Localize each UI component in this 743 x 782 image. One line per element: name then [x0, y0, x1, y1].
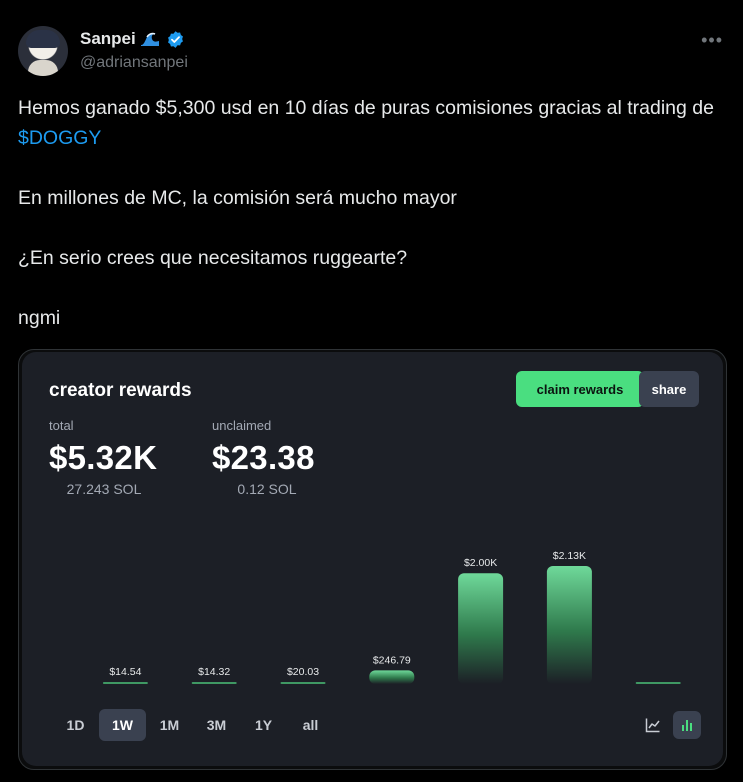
total-value: $5.32K [49, 439, 158, 476]
bar-2 [280, 682, 326, 684]
bar-label-3: $246.79 [373, 654, 411, 666]
name-row: Sanpei [80, 29, 185, 49]
bar-5 [546, 566, 592, 684]
unclaimed-label: unclaimed [212, 418, 272, 433]
bar-6 [635, 682, 681, 684]
media-card[interactable]: creator rewards claim rewards share tota… [18, 349, 727, 770]
bar-4 [458, 573, 504, 684]
range-tab-1d[interactable]: 1D [52, 709, 99, 741]
unclaimed-stat: unclaimed $23.38 0.12 SOL [212, 418, 322, 497]
bar-0 [102, 682, 148, 684]
tweet-line-3: ¿En serio crees que necesitamos ruggeart… [18, 247, 408, 269]
unclaimed-sol: 0.12 SOL [237, 481, 297, 497]
bar-chart-icon[interactable] [673, 711, 701, 739]
chart-view-toggle [639, 711, 701, 739]
range-tab-3m[interactable]: 3M [193, 709, 240, 741]
tweet-line-2: En millones de MC, la comisión será much… [18, 187, 457, 209]
display-name[interactable]: Sanpei [80, 29, 136, 49]
bar-label-4: $2.00K [464, 557, 497, 569]
tweet-text: Hemos ganado $5,300 usd en 10 días de pu… [18, 93, 718, 333]
range-tab-1y[interactable]: 1Y [240, 709, 287, 741]
share-button[interactable]: share [639, 371, 699, 407]
line-chart-icon[interactable] [639, 711, 667, 739]
claim-rewards-button[interactable]: claim rewards [516, 371, 644, 407]
bar-1 [191, 682, 237, 684]
total-sol: 27.243 SOL [66, 481, 142, 497]
user-handle[interactable]: @adriansanpei [80, 54, 188, 72]
tweet-line-1: Hemos ganado $5,300 usd en 10 días de pu… [18, 97, 714, 149]
total-stat: total $5.32K 27.243 SOL [49, 418, 159, 497]
bar-label-1: $14.32 [198, 666, 230, 678]
unclaimed-value: $23.38 [212, 439, 315, 476]
bar-label-0: $14.54 [109, 666, 141, 678]
creator-rewards-panel: creator rewards claim rewards share tota… [22, 352, 723, 766]
bar-3 [369, 670, 415, 684]
verified-badge-icon [167, 30, 183, 48]
range-tab-1w[interactable]: 1W [99, 709, 146, 741]
bar-label-2: $20.03 [287, 666, 319, 678]
tweet-header: Sanpei @adriansanpei ••• [18, 26, 725, 78]
cashtag-link[interactable]: $DOGGY [18, 127, 101, 149]
avatar[interactable] [18, 26, 68, 76]
panel-title: creator rewards [49, 380, 192, 401]
total-label: total [49, 418, 74, 433]
rewards-bar-chart: $14.54 $14.32 $20.03 $246.79 $2.00K $2.13K [102, 550, 681, 684]
range-tab-1m[interactable]: 1M [146, 709, 193, 741]
range-tabs: 1D 1W 1M 3M 1Y all [52, 709, 334, 741]
bar-label-5: $2.13K [553, 550, 586, 562]
more-options-icon[interactable]: ••• [701, 30, 723, 51]
tweet-line-4: ngmi [18, 307, 61, 329]
wave-icon [140, 32, 159, 46]
range-tab-all[interactable]: all [287, 709, 334, 741]
